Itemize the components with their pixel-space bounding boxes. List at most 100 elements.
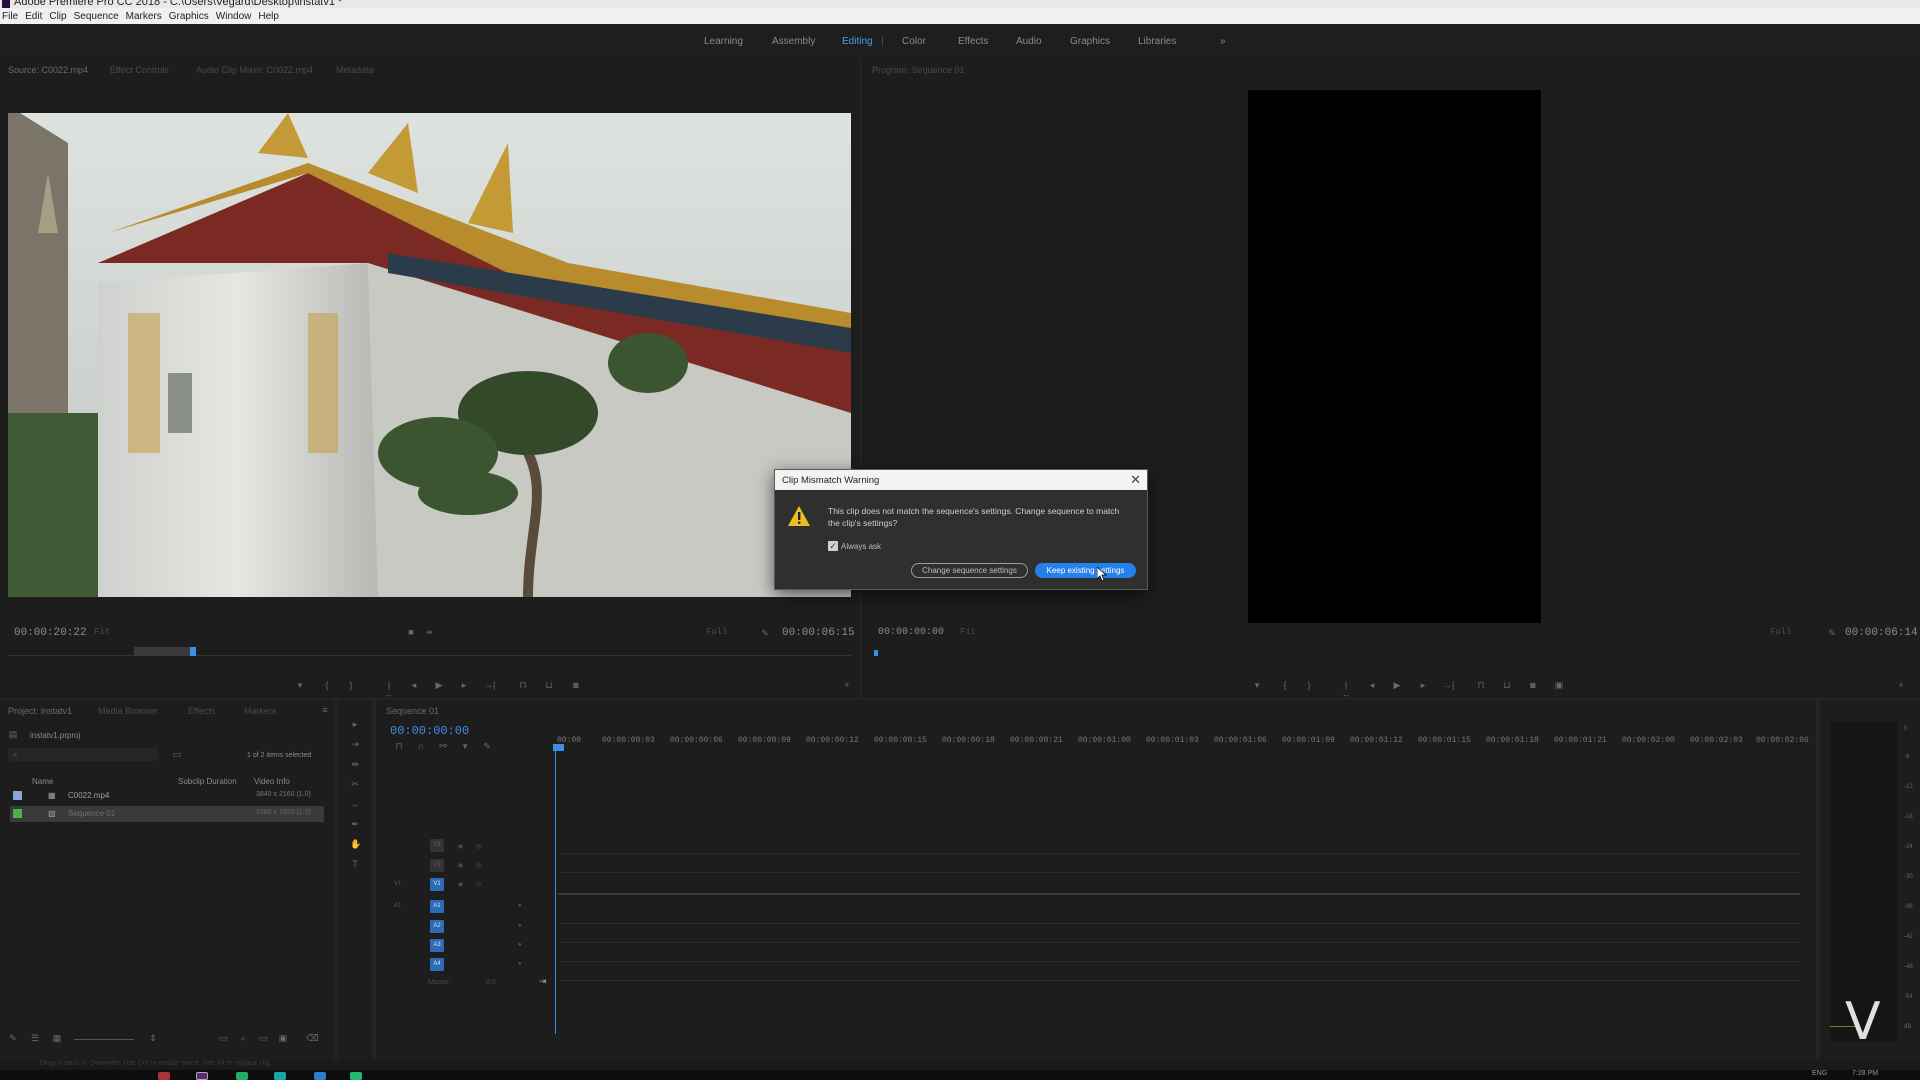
panel-menu-icon[interactable]: ≡ [320, 706, 330, 715]
microphone-icon[interactable]: ● [518, 942, 522, 948]
slip-tool-icon[interactable]: ↔ [350, 800, 360, 809]
list-view-icon[interactable]: ☰ [30, 1034, 40, 1043]
language-indicator[interactable]: ENG [1812, 1070, 1827, 1077]
taskbar-app-icon[interactable] [236, 1072, 248, 1080]
trash-icon[interactable]: ⌫ [306, 1034, 319, 1043]
workspace-audio[interactable]: Audio [1016, 36, 1042, 47]
track-select-tool-icon[interactable]: ⇥ [350, 740, 360, 749]
program-playhead-timecode[interactable]: 00:00:00:00 [878, 627, 944, 638]
toggle-output-icon[interactable]: ◉ [458, 881, 463, 888]
menu-clip[interactable]: Clip [49, 11, 66, 22]
new-item-icon[interactable]: ▣ [278, 1034, 288, 1043]
play-icon[interactable]: ▶ [434, 681, 444, 690]
menu-file[interactable]: File [2, 11, 18, 22]
track-label-a2[interactable]: A2 [430, 920, 444, 933]
button-editor-icon[interactable]: + [1896, 681, 1906, 690]
nest-icon[interactable]: ⊓ [394, 742, 404, 751]
linked-selection-icon[interactable]: ⚯ [438, 742, 448, 751]
step-forward-icon[interactable]: ▸ [1418, 681, 1428, 690]
source-resolution-dropdown[interactable]: Full [706, 627, 728, 637]
tab-markers[interactable]: Markers [244, 706, 277, 716]
tab-project[interactable]: Project: instatv1 [8, 706, 72, 716]
master-track-value[interactable]: 0.0 [486, 979, 496, 986]
tab-effects[interactable]: Effects [188, 706, 215, 716]
drag-audio-icon[interactable]: ⇸ [424, 628, 434, 637]
go-to-end-icon[interactable]: ⇥ [539, 976, 547, 987]
search-input[interactable]: ⌕ [8, 748, 158, 761]
list-item[interactable]: ▦ C0022.mp4 3840 x 2160 (1.0) [10, 788, 324, 804]
snap-icon[interactable]: ∩ [416, 742, 426, 751]
change-sequence-settings-button[interactable]: Change sequence settings [911, 563, 1028, 578]
keep-existing-settings-button[interactable]: Keep existing settings [1035, 563, 1136, 578]
workspace-editing[interactable]: Editing [842, 36, 873, 47]
step-back-icon[interactable]: ◂ [409, 681, 419, 690]
selection-tool-icon[interactable]: ▸ [350, 720, 360, 729]
workspace-color[interactable]: Color [902, 36, 926, 47]
program-resolution-dropdown[interactable]: Full [1770, 627, 1792, 637]
close-icon[interactable]: ✕ [1130, 473, 1141, 487]
workspace-libraries[interactable]: Libraries [1138, 36, 1176, 47]
type-tool-icon[interactable]: T [350, 860, 360, 869]
menu-sequence[interactable]: Sequence [74, 11, 119, 22]
step-back-icon[interactable]: ◂ [1367, 681, 1377, 690]
zoom-slider[interactable] [74, 1039, 134, 1040]
track-label-v1[interactable]: V1 [430, 878, 444, 891]
track-a3[interactable] [558, 961, 1800, 962]
taskbar-app-icon[interactable] [158, 1072, 170, 1080]
marker-icon[interactable]: ▾ [1252, 681, 1262, 690]
source-in-out-range[interactable] [134, 647, 192, 656]
overwrite-icon[interactable]: ⊔ [544, 681, 554, 690]
marker-icon[interactable]: ▾ [295, 681, 305, 690]
play-icon[interactable]: ▶ [1392, 681, 1402, 690]
icon-view-icon[interactable]: ▦ [52, 1034, 62, 1043]
new-bin-icon[interactable]: ▭ [258, 1034, 268, 1043]
comparison-view-icon[interactable]: ▣ [1554, 681, 1564, 690]
microphone-icon[interactable]: ● [518, 903, 522, 909]
program-playhead[interactable] [874, 650, 878, 656]
workspace-effects[interactable]: Effects [958, 36, 988, 47]
program-fit-dropdown[interactable]: Fit [960, 627, 976, 637]
track-a4[interactable] [558, 980, 1800, 981]
tab-media-browser[interactable]: Media Browser [98, 706, 158, 716]
menu-help[interactable]: Help [258, 11, 279, 22]
always-ask-label[interactable]: Always ask [841, 542, 881, 551]
mark-in-icon[interactable]: { [322, 681, 332, 690]
export-frame-icon[interactable]: ◙ [1528, 681, 1538, 690]
wrench-icon[interactable]: ✎ [1827, 629, 1837, 638]
taskbar-premiere-icon[interactable] [196, 1072, 208, 1080]
taskbar-app-icon[interactable] [274, 1072, 286, 1080]
track-label-a1[interactable]: A1 [430, 900, 444, 913]
mark-out-icon[interactable]: } [1304, 681, 1314, 690]
timeline-playhead-line[interactable] [555, 750, 556, 1034]
timeline-timecode[interactable]: 00:00:00:00 [390, 724, 469, 738]
menu-graphics[interactable]: Graphics [169, 11, 209, 22]
track-label-a3[interactable]: A3 [430, 939, 444, 952]
workspace-graphics[interactable]: Graphics [1070, 36, 1110, 47]
go-to-out-icon[interactable]: →| [1443, 681, 1454, 690]
pen-tool-icon[interactable]: ✒ [350, 820, 360, 829]
go-to-out-icon[interactable]: →| [484, 681, 495, 690]
column-video-info[interactable]: Video Info [254, 777, 290, 786]
microphone-icon[interactable]: ● [518, 961, 522, 967]
track-a2[interactable] [558, 942, 1800, 943]
export-frame-icon[interactable]: ◙ [571, 681, 581, 690]
toggle-output-icon[interactable]: ◉ [458, 862, 463, 869]
workspace-learning[interactable]: Learning [704, 36, 743, 47]
drag-video-icon[interactable]: ■ [406, 628, 416, 637]
source-playhead[interactable] [190, 647, 196, 656]
tab-effect-controls[interactable]: Effect Controls [110, 65, 169, 75]
tab-audio-clip-mixer[interactable]: Audio Clip Mixer: C0022.mp4 [196, 65, 313, 75]
list-item-selected[interactable]: ▧ Sequence 01 1080 x 1920 (1.0) [10, 806, 324, 822]
track-v3[interactable] [558, 853, 1800, 854]
wrench-icon[interactable]: ✎ [760, 629, 770, 638]
go-to-in-icon[interactable]: |← [384, 681, 394, 699]
insert-icon[interactable]: ⊓ [518, 681, 528, 690]
write-protect-icon[interactable]: ✎ [8, 1034, 18, 1043]
clock[interactable]: 7:28 PM [1852, 1070, 1878, 1077]
step-forward-icon[interactable]: ▸ [459, 681, 469, 690]
eye-icon[interactable]: ◎ [476, 862, 481, 869]
column-name[interactable]: Name [32, 777, 53, 786]
eye-icon[interactable]: ◎ [476, 881, 481, 888]
tab-program[interactable]: Program: Sequence 01 [872, 65, 965, 75]
toggle-output-icon[interactable]: ◉ [458, 843, 463, 850]
